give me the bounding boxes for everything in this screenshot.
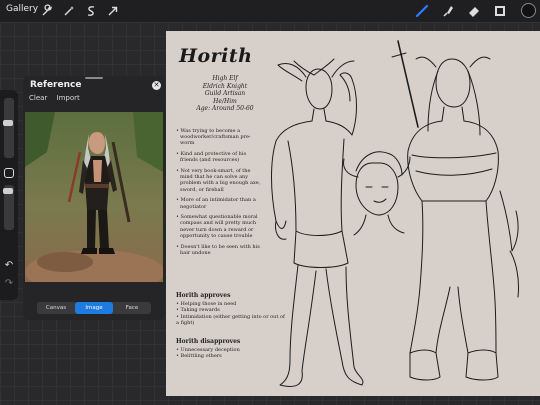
approves-heading: Horith approves — [176, 292, 231, 299]
gallery-button[interactable]: Gallery — [6, 4, 38, 14]
panel-title: Reference — [30, 80, 82, 90]
info-line: Age: Around 50-60 — [196, 105, 254, 113]
wrench-icon[interactable] — [40, 3, 54, 17]
note-item: • Doesn't like to be seen with his hair … — [176, 243, 260, 256]
brush-icon[interactable] — [414, 3, 430, 19]
disapproves-item: • Belittling others — [176, 353, 222, 360]
reference-mode-tabs: Canvas Image Face — [37, 302, 151, 314]
note-item: • Somewhat questionable moral compass an… — [176, 214, 258, 239]
close-icon[interactable]: ✕ — [152, 81, 161, 90]
note-item: • Kind and protective of his friends (an… — [176, 151, 247, 164]
drawing-canvas[interactable]: Horith High Elf Eldrich Knight Guild Art… — [166, 31, 540, 396]
opacity-slider[interactable] — [3, 185, 14, 230]
brush-size-slider[interactable] — [3, 98, 14, 158]
tab-face[interactable]: Face — [113, 302, 151, 314]
approves-section: Horith approves • Helping those in need … — [176, 291, 286, 326]
modify-button[interactable] — [4, 168, 14, 178]
tab-image[interactable]: Image — [75, 302, 113, 314]
brush-size-thumb[interactable] — [3, 120, 13, 126]
reference-image — [25, 112, 163, 282]
info-line: Guild Artisan — [204, 90, 246, 98]
opacity-thumb[interactable] — [3, 188, 13, 194]
character-info: High Elf Eldrich Knight Guild Artisan He… — [166, 75, 284, 113]
tab-canvas[interactable]: Canvas — [37, 302, 75, 314]
info-line: He/Him — [213, 97, 237, 105]
magic-wand-icon[interactable] — [62, 3, 76, 17]
transform-arrow-icon[interactable] — [106, 3, 120, 17]
note-item: • More of an intimidator than a negotiat… — [176, 197, 256, 210]
selection-s-icon[interactable] — [84, 3, 98, 17]
redo-icon[interactable]: ↷ — [3, 278, 15, 290]
color-swatch[interactable] — [521, 3, 536, 18]
note-item: • Not very book-smart, of the mind that … — [176, 168, 261, 193]
undo-icon[interactable]: ↶ — [3, 260, 15, 272]
left-sidebar: ↶ ↷ — [0, 90, 18, 300]
panel-drag-handle[interactable] — [85, 77, 103, 79]
import-button[interactable]: Import — [57, 94, 80, 102]
eraser-icon[interactable] — [466, 3, 482, 19]
disapproves-heading: Horith disapproves — [176, 338, 241, 345]
panel-actions: Clear Import — [29, 94, 87, 102]
approves-item: • Intimidation (either getting into or o… — [176, 313, 285, 326]
disapproves-section: Horith disapproves • Unnecessary decepti… — [176, 337, 286, 360]
clear-button[interactable]: Clear — [29, 94, 47, 102]
sheet-title: Horith — [179, 45, 253, 67]
info-line: High Elf — [212, 75, 238, 82]
reference-panel: Reference ✕ Clear Import Canvas Image Fa… — [23, 76, 165, 320]
character-notes: • Was trying to become a woodworker/craf… — [176, 128, 264, 260]
info-line: Eldrich Knight — [202, 82, 248, 90]
layers-icon[interactable] — [492, 3, 508, 19]
top-toolbar: Gallery — [0, 0, 540, 22]
smudge-icon[interactable] — [440, 3, 456, 19]
note-item: • Was trying to become a woodworker/craf… — [176, 128, 251, 147]
